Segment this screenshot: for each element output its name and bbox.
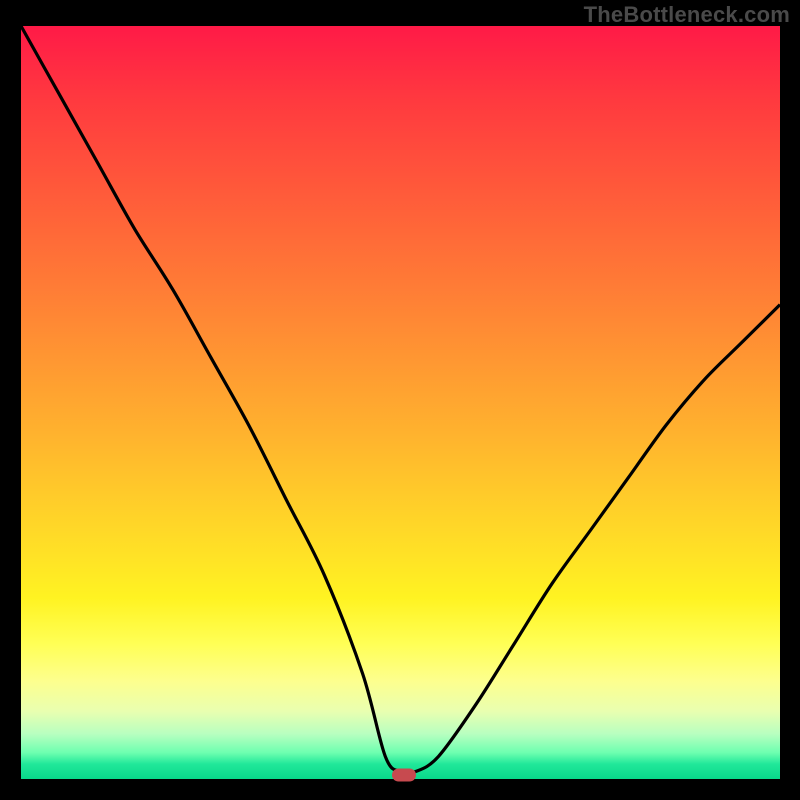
watermark-text: TheBottleneck.com	[584, 2, 790, 28]
optimum-marker	[392, 769, 416, 782]
curve-svg	[21, 26, 780, 779]
plot-area	[21, 26, 780, 779]
bottleneck-curve-path	[21, 26, 780, 773]
chart-frame: TheBottleneck.com	[0, 0, 800, 800]
